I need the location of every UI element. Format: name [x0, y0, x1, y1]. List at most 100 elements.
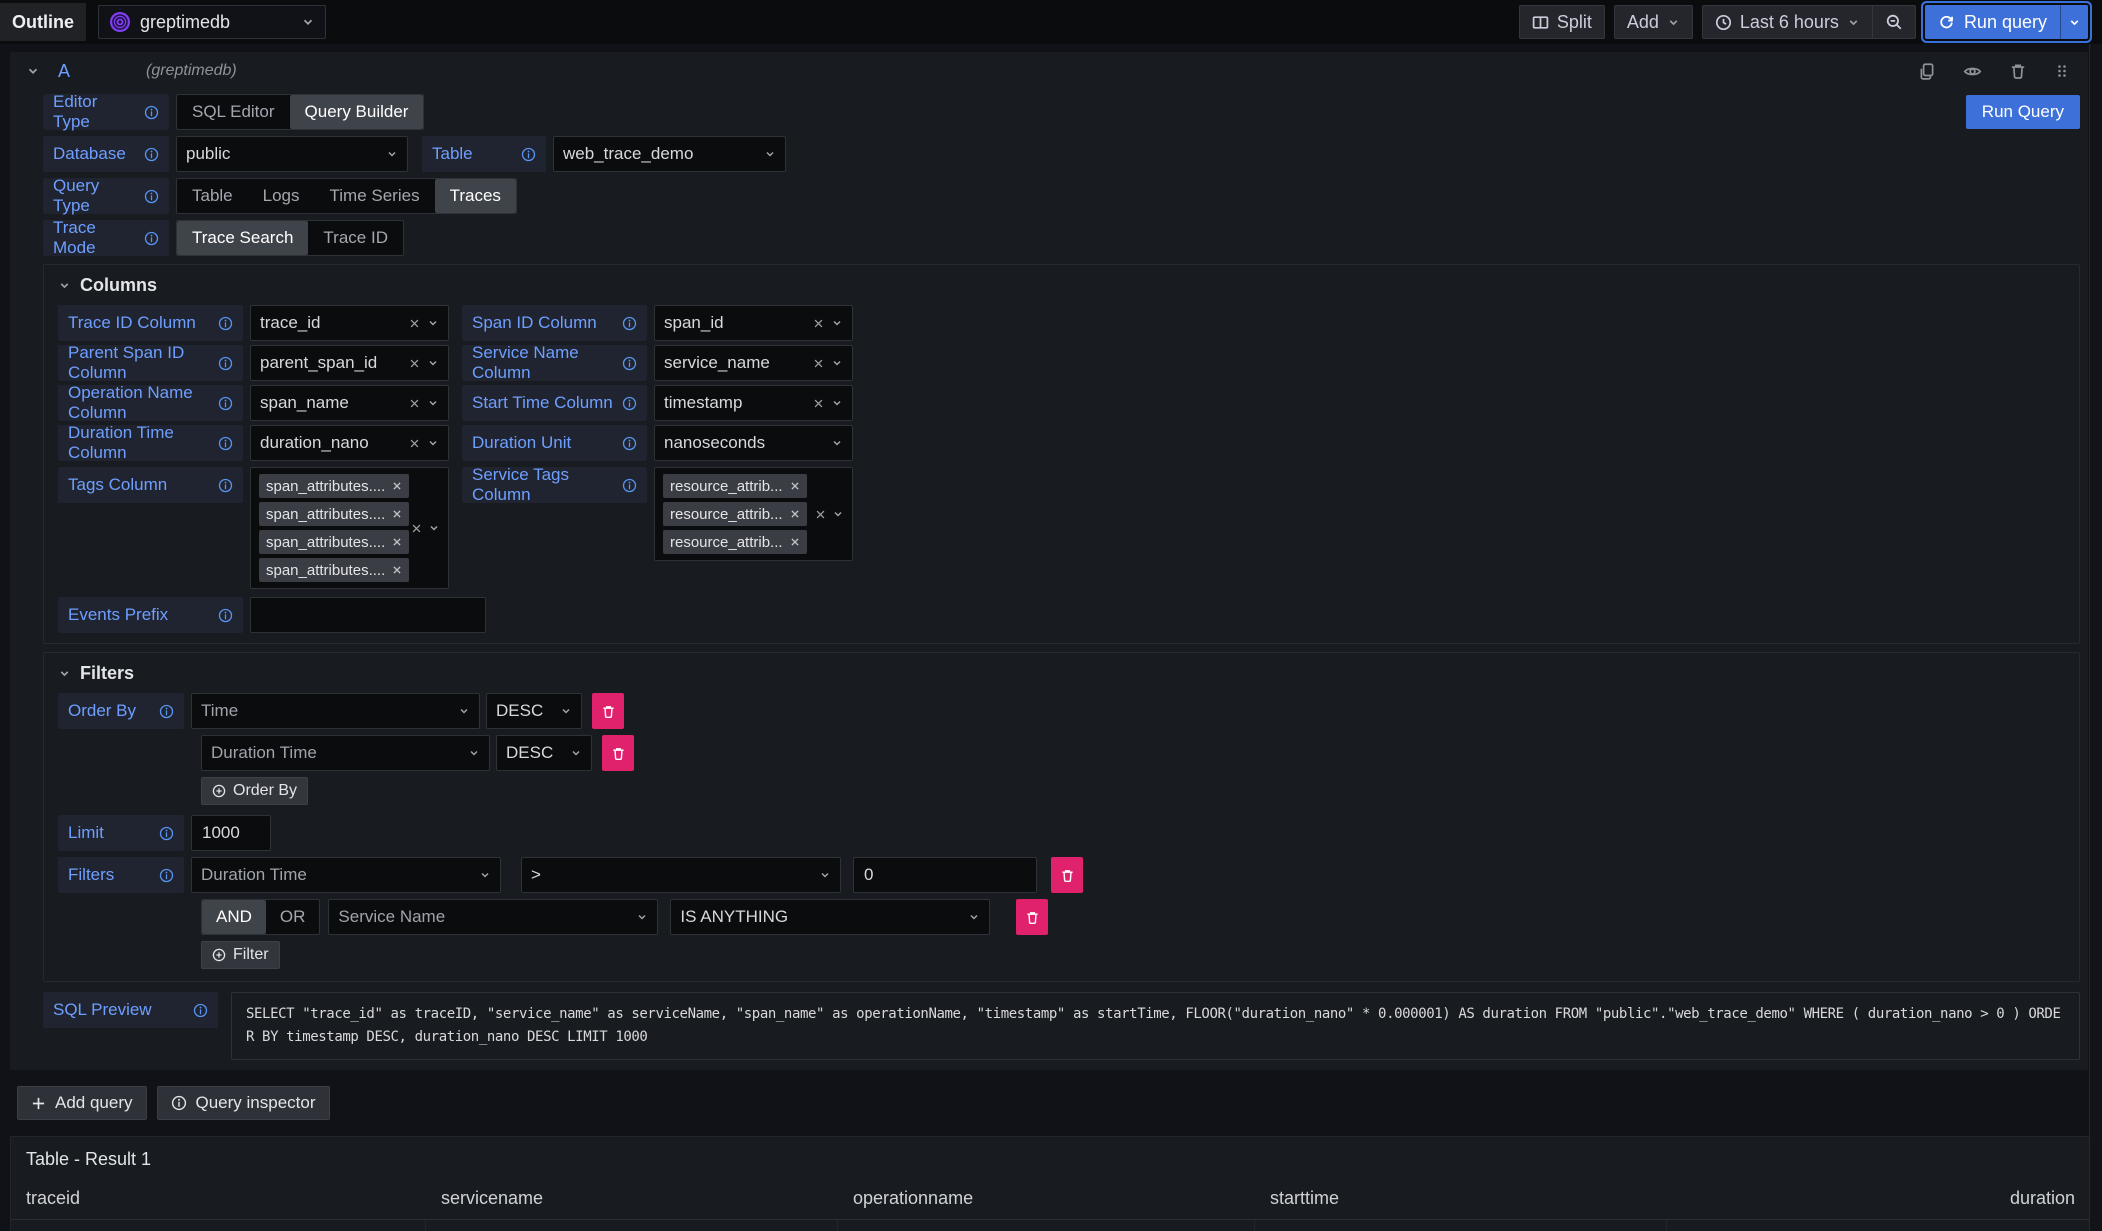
- info-icon[interactable]: [159, 868, 174, 883]
- chip-remove-icon[interactable]: [392, 565, 402, 575]
- tag-chip[interactable]: span_attributes....: [259, 502, 409, 526]
- radio-option-sql-editor[interactable]: SQL Editor: [177, 95, 290, 129]
- filters-section-header[interactable]: Filters: [58, 659, 2065, 687]
- info-icon[interactable]: [144, 189, 159, 204]
- table-select[interactable]: web_trace_demo: [553, 136, 786, 172]
- service-tag-chip[interactable]: resource_attrib...: [663, 474, 807, 498]
- radio-option-trace-id[interactable]: Trace ID: [308, 221, 403, 255]
- query-row-header[interactable]: A (greptimedb): [10, 52, 2088, 90]
- radio-option-time-series[interactable]: Time Series: [315, 179, 435, 213]
- zoom-out-button[interactable]: [1872, 6, 1915, 38]
- datasource-picker[interactable]: greptimedb: [98, 5, 326, 39]
- query-inspector-button[interactable]: Query inspector: [157, 1086, 330, 1120]
- clear-icon[interactable]: [813, 318, 824, 329]
- radio-option-query-builder[interactable]: Query Builder: [290, 95, 424, 129]
- tag-chip[interactable]: span_attributes....: [259, 558, 409, 582]
- trace-id-column-select[interactable]: trace_id: [250, 305, 449, 341]
- clear-icon[interactable]: [409, 438, 420, 449]
- chip-remove-icon[interactable]: [392, 537, 402, 547]
- info-icon[interactable]: [159, 704, 174, 719]
- info-icon[interactable]: [622, 396, 637, 411]
- tag-chip[interactable]: span_attributes....: [259, 530, 409, 554]
- info-icon[interactable]: [159, 826, 174, 841]
- service-name-column-select[interactable]: service_name: [654, 345, 853, 381]
- time-range-button[interactable]: Last 6 hours: [1703, 6, 1872, 38]
- tag-chip[interactable]: span_attributes....: [259, 474, 409, 498]
- duplicate-query-icon[interactable]: [1918, 62, 1936, 80]
- order-by-direction-select[interactable]: DESC: [496, 735, 592, 771]
- tags-column-multiselect[interactable]: span_attributes.... span_attributes.... …: [250, 467, 449, 589]
- info-icon[interactable]: [218, 316, 233, 331]
- info-icon[interactable]: [218, 396, 233, 411]
- info-icon[interactable]: [218, 356, 233, 371]
- service-tag-chip[interactable]: resource_attrib...: [663, 502, 807, 526]
- info-icon[interactable]: [622, 478, 637, 493]
- split-button[interactable]: Split: [1519, 5, 1605, 39]
- clear-icon[interactable]: [813, 358, 824, 369]
- filter-operator-select[interactable]: >: [521, 857, 841, 893]
- chip-remove-icon[interactable]: [392, 509, 402, 519]
- remove-filter-button[interactable]: [1051, 857, 1083, 893]
- radio-option-traces[interactable]: Traces: [435, 179, 516, 213]
- events-prefix-input[interactable]: [250, 597, 486, 633]
- add-order-by-button[interactable]: Order By: [201, 777, 308, 805]
- filter-field-select[interactable]: Duration Time: [191, 857, 501, 893]
- info-icon[interactable]: [622, 436, 637, 451]
- info-icon[interactable]: [218, 478, 233, 493]
- add-button[interactable]: Add: [1614, 5, 1693, 39]
- clear-icon[interactable]: [409, 398, 420, 409]
- chip-remove-icon[interactable]: [790, 481, 800, 491]
- vertical-scrollbar[interactable]: [2089, 44, 2102, 1231]
- radio-option-table[interactable]: Table: [177, 179, 248, 213]
- clear-icon[interactable]: [813, 398, 824, 409]
- trash-icon[interactable]: [2009, 62, 2027, 80]
- info-icon[interactable]: [521, 147, 536, 162]
- radio-option-logs[interactable]: Logs: [248, 179, 315, 213]
- start-time-column-select[interactable]: timestamp: [654, 385, 853, 421]
- run-query-panel-button[interactable]: Run Query: [1966, 95, 2080, 129]
- column-header-starttime[interactable]: starttime: [1255, 1180, 1667, 1220]
- chip-remove-icon[interactable]: [790, 509, 800, 519]
- info-icon[interactable]: [218, 608, 233, 623]
- remove-filter-button[interactable]: [1016, 899, 1048, 935]
- order-by-field-select[interactable]: Duration Time: [201, 735, 490, 771]
- order-by-field-select[interactable]: Time: [191, 693, 480, 729]
- clear-all-icon[interactable]: [815, 509, 826, 520]
- logic-option-and[interactable]: AND: [202, 900, 266, 934]
- column-header-servicename[interactable]: servicename: [426, 1180, 838, 1220]
- radio-option-trace-search[interactable]: Trace Search: [177, 221, 308, 255]
- chip-remove-icon[interactable]: [790, 537, 800, 547]
- add-query-button[interactable]: Add query: [17, 1086, 147, 1120]
- filter-operator-select[interactable]: IS ANYTHING: [670, 899, 990, 935]
- columns-section-header[interactable]: Columns: [58, 271, 2065, 299]
- info-icon[interactable]: [193, 1003, 208, 1018]
- filter-value-input[interactable]: 0: [853, 857, 1037, 893]
- eye-icon[interactable]: [1963, 62, 1982, 81]
- column-header-operationname[interactable]: operationname: [838, 1180, 1255, 1220]
- column-header-duration[interactable]: duration: [1667, 1180, 2089, 1220]
- info-icon[interactable]: [622, 356, 637, 371]
- info-icon[interactable]: [144, 231, 159, 246]
- remove-order-by-button[interactable]: [602, 735, 634, 771]
- span-id-column-select[interactable]: span_id: [654, 305, 853, 341]
- info-icon[interactable]: [144, 147, 159, 162]
- limit-input[interactable]: 1000: [191, 815, 271, 851]
- clear-icon[interactable]: [409, 318, 420, 329]
- run-query-caret[interactable]: [2060, 5, 2088, 39]
- drag-handle-icon[interactable]: [2054, 63, 2070, 79]
- clear-all-icon[interactable]: [411, 523, 422, 534]
- column-header-traceid[interactable]: traceid: [11, 1180, 426, 1220]
- database-select[interactable]: public: [176, 136, 408, 172]
- collapse-icon[interactable]: [26, 64, 40, 78]
- order-by-direction-select[interactable]: DESC: [486, 693, 582, 729]
- run-query-button[interactable]: Run query: [1925, 5, 2060, 39]
- parent-span-id-column-select[interactable]: parent_span_id: [250, 345, 449, 381]
- duration-time-column-select[interactable]: duration_nano: [250, 425, 449, 461]
- info-icon[interactable]: [144, 105, 159, 120]
- chip-remove-icon[interactable]: [392, 481, 402, 491]
- remove-order-by-button[interactable]: [592, 693, 624, 729]
- info-icon[interactable]: [218, 436, 233, 451]
- info-icon[interactable]: [622, 316, 637, 331]
- clear-icon[interactable]: [409, 358, 420, 369]
- logic-option-or[interactable]: OR: [266, 900, 320, 934]
